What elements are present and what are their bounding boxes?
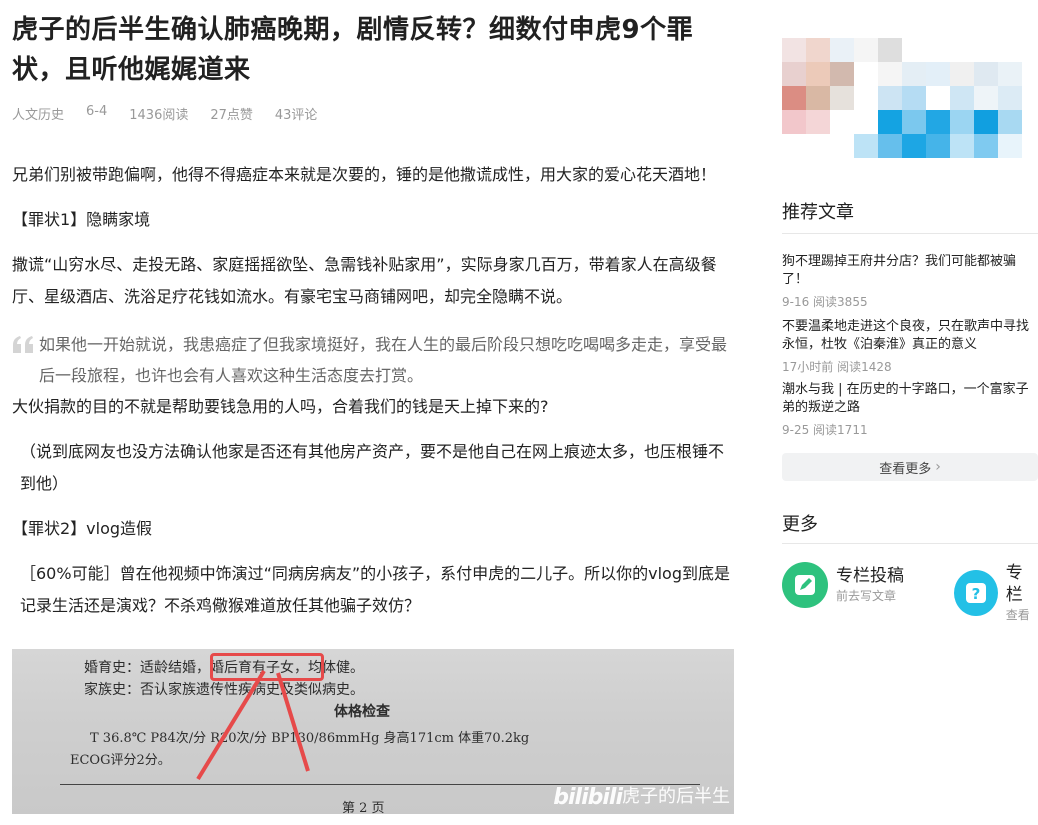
recommended-article[interactable]: 潮水与我 | 在历史的十字路口，一个富家子弟的叛逆之路 9-25 阅读1711 — [782, 381, 1032, 439]
ad-banner[interactable] — [782, 38, 1038, 160]
quote-text: 如果他一开始就说，我患癌症了但我家境挺好，我在人生的最后阶段只想吃吃喝喝多走走，… — [39, 335, 728, 385]
ad-pixel — [974, 134, 998, 158]
ad-pixel — [974, 38, 998, 62]
ad-pixel — [878, 86, 902, 110]
ad-pixel — [998, 134, 1022, 158]
comment-count[interactable]: 43评论 — [275, 104, 318, 123]
ad-pixel — [926, 86, 950, 110]
article-image-medical-record[interactable]: 婚育史：适龄结婚，婚后育有子女，均体健。 家族史：否认家族遗传性疾病史及类似病史… — [12, 649, 734, 814]
article: 虎子的后半生确认肺癌晚期，剧情反转？细数付申虎9个罪状，且听他娓娓道来 人文历史… — [12, 0, 734, 814]
recommended-article[interactable]: 不要温柔地走进这个良夜，只在歌声中寻找永恒，杜牧《泊秦淮》真正的意义 17小时前… — [782, 318, 1032, 376]
svg-text:?: ? — [971, 585, 980, 603]
ad-pixel — [902, 110, 926, 134]
tool-submit-article[interactable]: 专栏投稿 前去写文章 — [782, 562, 904, 608]
article-title: 虎子的后半生确认肺癌晚期，剧情反转？细数付申虎9个罪状，且听他娓娓道来 — [12, 15, 694, 85]
uploader-watermark: 虎子的后半生 — [622, 786, 730, 807]
ad-pixel — [926, 134, 950, 158]
ad-pixel — [854, 38, 878, 62]
ad-pixel — [902, 62, 926, 86]
ad-pixel — [902, 86, 926, 110]
ad-pixel — [854, 134, 878, 158]
ad-pixel — [806, 38, 830, 62]
publish-date: 6-4 — [86, 104, 108, 119]
ad-pixel — [950, 62, 974, 86]
ad-pixel — [782, 62, 806, 86]
section-heading-1: 【罪状1】隐瞒家境 — [12, 210, 151, 229]
chevron-right-icon: › — [935, 459, 941, 475]
ad-pixel — [974, 110, 998, 134]
ad-pixel — [806, 86, 830, 110]
recommended-title: 推荐文章 — [782, 202, 854, 223]
ad-pixel — [926, 110, 950, 134]
read-count: 1436阅读 — [129, 108, 189, 123]
paragraph-7: ［60%可能］曾在他视频中饰演过“同病房病友”的小孩子，系付申虎的二儿子。所以你… — [20, 564, 731, 615]
ad-pixel — [806, 110, 830, 134]
paragraph-1: 兄弟们别被带跑偏啊，他得不得癌症本来就是次要的，锤的是他撒谎成性，用大家的爱心花… — [12, 165, 717, 184]
ad-pixel — [806, 62, 830, 86]
ad-pixel — [782, 110, 806, 134]
ad-pixel — [854, 110, 878, 134]
ad-pixel — [902, 38, 926, 62]
more-title: 更多 — [782, 514, 818, 535]
pencil-icon — [782, 562, 828, 608]
paragraph-4: 大伙捐款的目的不就是帮助要钱急用的人吗，合着我们的钱是天上掉下来的? — [12, 397, 549, 416]
ad-pixel — [830, 86, 854, 110]
ad-pixel — [902, 134, 926, 158]
ad-pixel — [854, 62, 878, 86]
ad-pixel — [998, 86, 1022, 110]
question-icon: ? — [954, 570, 998, 616]
quote-icon — [13, 336, 33, 353]
paragraph-3: 撒谎“山穷水尽、走投无路、家庭摇摇欲坠、急需钱补贴家用”，实际身家几百万，带着家… — [12, 255, 717, 306]
recommended-article[interactable]: 狗不理踢掉王府井分店？我们可能都被骗了！ 9-16 阅读3855 — [782, 253, 1032, 311]
ad-pixel — [878, 110, 902, 134]
ad-pixel — [782, 86, 806, 110]
ad-pixel — [782, 134, 806, 158]
like-count: 27点赞 — [210, 108, 253, 123]
ad-pixel — [950, 134, 974, 158]
ad-pixel — [782, 38, 806, 62]
category-link[interactable]: 人文历史 — [12, 104, 64, 123]
ad-pixel — [974, 86, 998, 110]
section-heading-2: 【罪状2】vlog造假 — [12, 519, 153, 538]
ad-pixel — [830, 134, 854, 158]
ad-pixel — [950, 110, 974, 134]
ad-pixel — [878, 38, 902, 62]
ad-pixel — [998, 62, 1022, 86]
ad-pixel — [878, 134, 902, 158]
ad-pixel — [878, 62, 902, 86]
blockquote: 如果他一开始就说，我患癌症了但我家境挺好，我在人生的最后阶段只想吃吃喝喝多走走，… — [12, 329, 734, 391]
article-meta: 人文历史 6-4 1436阅读 27点赞 43评论 — [12, 104, 734, 123]
ad-pixel — [950, 86, 974, 110]
ad-pixel — [830, 62, 854, 86]
ad-pixel — [974, 62, 998, 86]
ad-pixel — [830, 38, 854, 62]
ad-pixel — [926, 62, 950, 86]
ad-pixel — [998, 38, 1022, 62]
ad-pixel — [854, 86, 878, 110]
tool-column-help[interactable]: ? 专栏 查看 — [954, 562, 1038, 624]
bilibili-logo-watermark: bilibili — [553, 785, 623, 810]
ad-pixel — [998, 110, 1022, 134]
ad-pixel — [950, 38, 974, 62]
ad-pixel — [926, 38, 950, 62]
view-more-button[interactable]: 查看更多 › — [782, 453, 1038, 481]
ad-pixel — [806, 134, 830, 158]
ad-pixel — [830, 110, 854, 134]
paragraph-5: （说到底网友也没方法确认他家是否还有其他房产资产，要不是他自己在网上痕迹太多，也… — [20, 442, 725, 493]
